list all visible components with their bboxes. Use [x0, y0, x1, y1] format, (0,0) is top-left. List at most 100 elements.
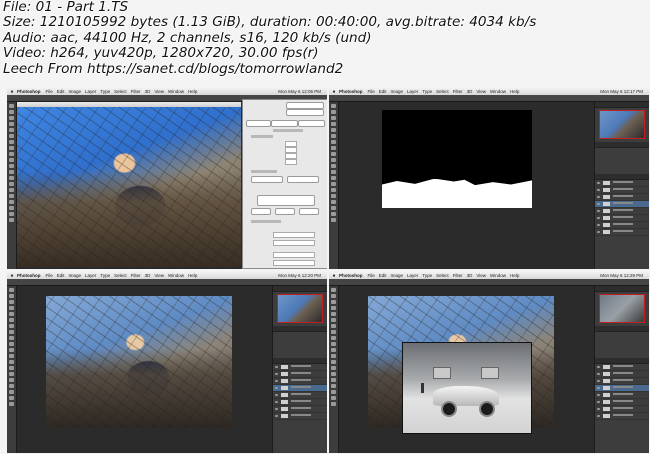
menu-item[interactable]: Layer: [407, 273, 418, 278]
layer-row[interactable]: [595, 378, 649, 385]
menu-item[interactable]: Help: [510, 273, 519, 278]
tool-icon[interactable]: [9, 188, 14, 192]
tool-icon[interactable]: [9, 378, 14, 382]
visibility-eye-icon[interactable]: [275, 380, 278, 382]
tool-icon[interactable]: [9, 140, 14, 144]
layer-row[interactable]: [595, 364, 649, 371]
load-mask-button[interactable]: [246, 120, 271, 127]
visibility-eye-icon[interactable]: [597, 380, 600, 382]
tool-icon[interactable]: [9, 372, 14, 376]
tool-icon[interactable]: [9, 384, 14, 388]
layer-row[interactable]: [273, 392, 327, 399]
visibility-eye-icon[interactable]: [597, 366, 600, 368]
tool-icon[interactable]: [9, 390, 14, 394]
menu-item[interactable]: Window: [168, 273, 184, 278]
tool-icon[interactable]: [331, 336, 336, 340]
navigator-tab[interactable]: [273, 286, 327, 292]
visibility-eye-icon[interactable]: [597, 408, 600, 410]
tool-icon[interactable]: [331, 390, 336, 394]
tool-icon[interactable]: [331, 188, 336, 192]
tool-icon[interactable]: [331, 300, 336, 304]
navigator-tab[interactable]: [595, 286, 649, 292]
menu-item[interactable]: Window: [490, 89, 506, 94]
menu-item[interactable]: Filter: [453, 89, 463, 94]
tool-icon[interactable]: [331, 402, 336, 406]
menu-item[interactable]: Layer: [85, 89, 96, 94]
visibility-eye-icon[interactable]: [275, 387, 278, 389]
document-canvas[interactable]: [46, 296, 232, 428]
layer-row[interactable]: [595, 208, 649, 215]
tool-icon[interactable]: [331, 312, 336, 316]
tool-icon[interactable]: [9, 194, 14, 198]
menu-item[interactable]: Layer: [85, 273, 96, 278]
tool-icon[interactable]: [331, 206, 336, 210]
menu-item[interactable]: Filter: [131, 89, 141, 94]
tool-icon[interactable]: [9, 206, 14, 210]
menu-item[interactable]: Window: [490, 273, 506, 278]
menu-item[interactable]: Image: [69, 89, 82, 94]
menu-item[interactable]: Type: [422, 273, 432, 278]
menu-item[interactable]: Help: [188, 89, 197, 94]
tool-icon[interactable]: [331, 288, 336, 292]
visibility-eye-icon[interactable]: [597, 401, 600, 403]
tool-icon[interactable]: [9, 324, 14, 328]
tool-icon[interactable]: [9, 354, 14, 358]
tool-icon[interactable]: [331, 158, 336, 162]
tool-icon[interactable]: [331, 366, 336, 370]
tool-icon[interactable]: [331, 140, 336, 144]
opacity-field[interactable]: [273, 260, 315, 266]
menu-item[interactable]: File: [46, 89, 53, 94]
visibility-eye-icon[interactable]: [597, 231, 600, 233]
tool-icon[interactable]: [9, 318, 14, 322]
tool-icon[interactable]: [9, 134, 14, 138]
menu-item[interactable]: File: [368, 273, 375, 278]
mask-canvas[interactable]: [382, 110, 532, 208]
menu-item[interactable]: Filter: [131, 273, 141, 278]
visibility-eye-icon[interactable]: [597, 189, 600, 191]
layer-row[interactable]: [595, 194, 649, 201]
cancel-button[interactable]: [286, 109, 324, 116]
menu-item[interactable]: Type: [422, 89, 432, 94]
menu-item[interactable]: File: [368, 89, 375, 94]
tool-icon[interactable]: [331, 182, 336, 186]
tool-icon[interactable]: [331, 104, 336, 108]
tool-icon[interactable]: [331, 170, 336, 174]
layer-row[interactable]: [273, 399, 327, 406]
layer-row[interactable]: [273, 378, 327, 385]
menu-item[interactable]: View: [154, 273, 164, 278]
tool-icon[interactable]: [331, 396, 336, 400]
visibility-eye-icon[interactable]: [597, 203, 600, 205]
visibility-eye-icon[interactable]: [275, 401, 278, 403]
tool-icon[interactable]: [9, 348, 14, 352]
visibility-eye-icon[interactable]: [597, 224, 600, 226]
automatic-button[interactable]: [251, 176, 283, 183]
layer-row[interactable]: [273, 371, 327, 378]
visibility-eye-icon[interactable]: [275, 415, 278, 417]
tool-icon[interactable]: [9, 146, 14, 150]
layer-row[interactable]: [595, 385, 649, 392]
visibility-eye-icon[interactable]: [275, 366, 278, 368]
tool-icon[interactable]: [9, 294, 14, 298]
car-image-layer[interactable]: [402, 342, 532, 434]
visibility-eye-icon[interactable]: [275, 373, 278, 375]
tool-icon[interactable]: [9, 110, 14, 114]
tool-icon[interactable]: [9, 212, 14, 216]
menu-item[interactable]: Filter: [453, 273, 463, 278]
menu-item[interactable]: Image: [69, 273, 82, 278]
tool-icon[interactable]: [9, 306, 14, 310]
mask-all-button[interactable]: [275, 208, 295, 215]
visibility-eye-icon[interactable]: [597, 210, 600, 212]
menu-item[interactable]: Layer: [407, 89, 418, 94]
tool-icon[interactable]: [9, 122, 14, 126]
tool-icon[interactable]: [9, 336, 14, 340]
menu-item[interactable]: Edit: [57, 273, 65, 278]
brush-options-strip[interactable]: [257, 195, 315, 206]
menu-item[interactable]: Type: [100, 89, 110, 94]
visibility-eye-icon[interactable]: [597, 394, 600, 396]
tool-icon[interactable]: [9, 396, 14, 400]
visibility-eye-icon[interactable]: [275, 408, 278, 410]
menu-item[interactable]: 3D: [145, 273, 151, 278]
replace-all-button[interactable]: [287, 176, 319, 183]
document-canvas[interactable]: [17, 107, 241, 267]
visibility-eye-icon[interactable]: [597, 196, 600, 198]
